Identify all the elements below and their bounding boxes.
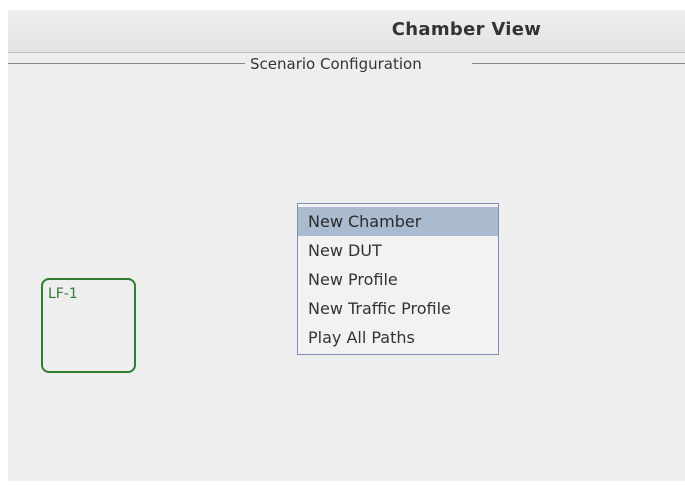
title-bar: Chamber View — [8, 10, 685, 53]
context-menu: New Chamber New DUT New Profile New Traf… — [297, 203, 499, 355]
app-root: Chamber View Scenario Configuration LF-1… — [0, 0, 685, 491]
window-title: Chamber View — [391, 19, 542, 40]
menu-item-new-chamber[interactable]: New Chamber — [298, 207, 498, 236]
menu-item-new-profile[interactable]: New Profile — [298, 265, 498, 294]
chamber-view-panel: Chamber View Scenario Configuration LF-1… — [8, 10, 685, 481]
section-divider-left — [8, 63, 245, 64]
chamber-node-lf-1[interactable]: LF-1 — [41, 278, 136, 373]
menu-item-play-all-paths[interactable]: Play All Paths — [298, 323, 498, 352]
section-divider-right — [472, 63, 685, 64]
menu-item-new-dut[interactable]: New DUT — [298, 236, 498, 265]
menu-item-new-traffic-profile[interactable]: New Traffic Profile — [298, 294, 498, 323]
chamber-label: LF-1 — [48, 286, 78, 302]
section-title: Scenario Configuration — [250, 55, 422, 73]
